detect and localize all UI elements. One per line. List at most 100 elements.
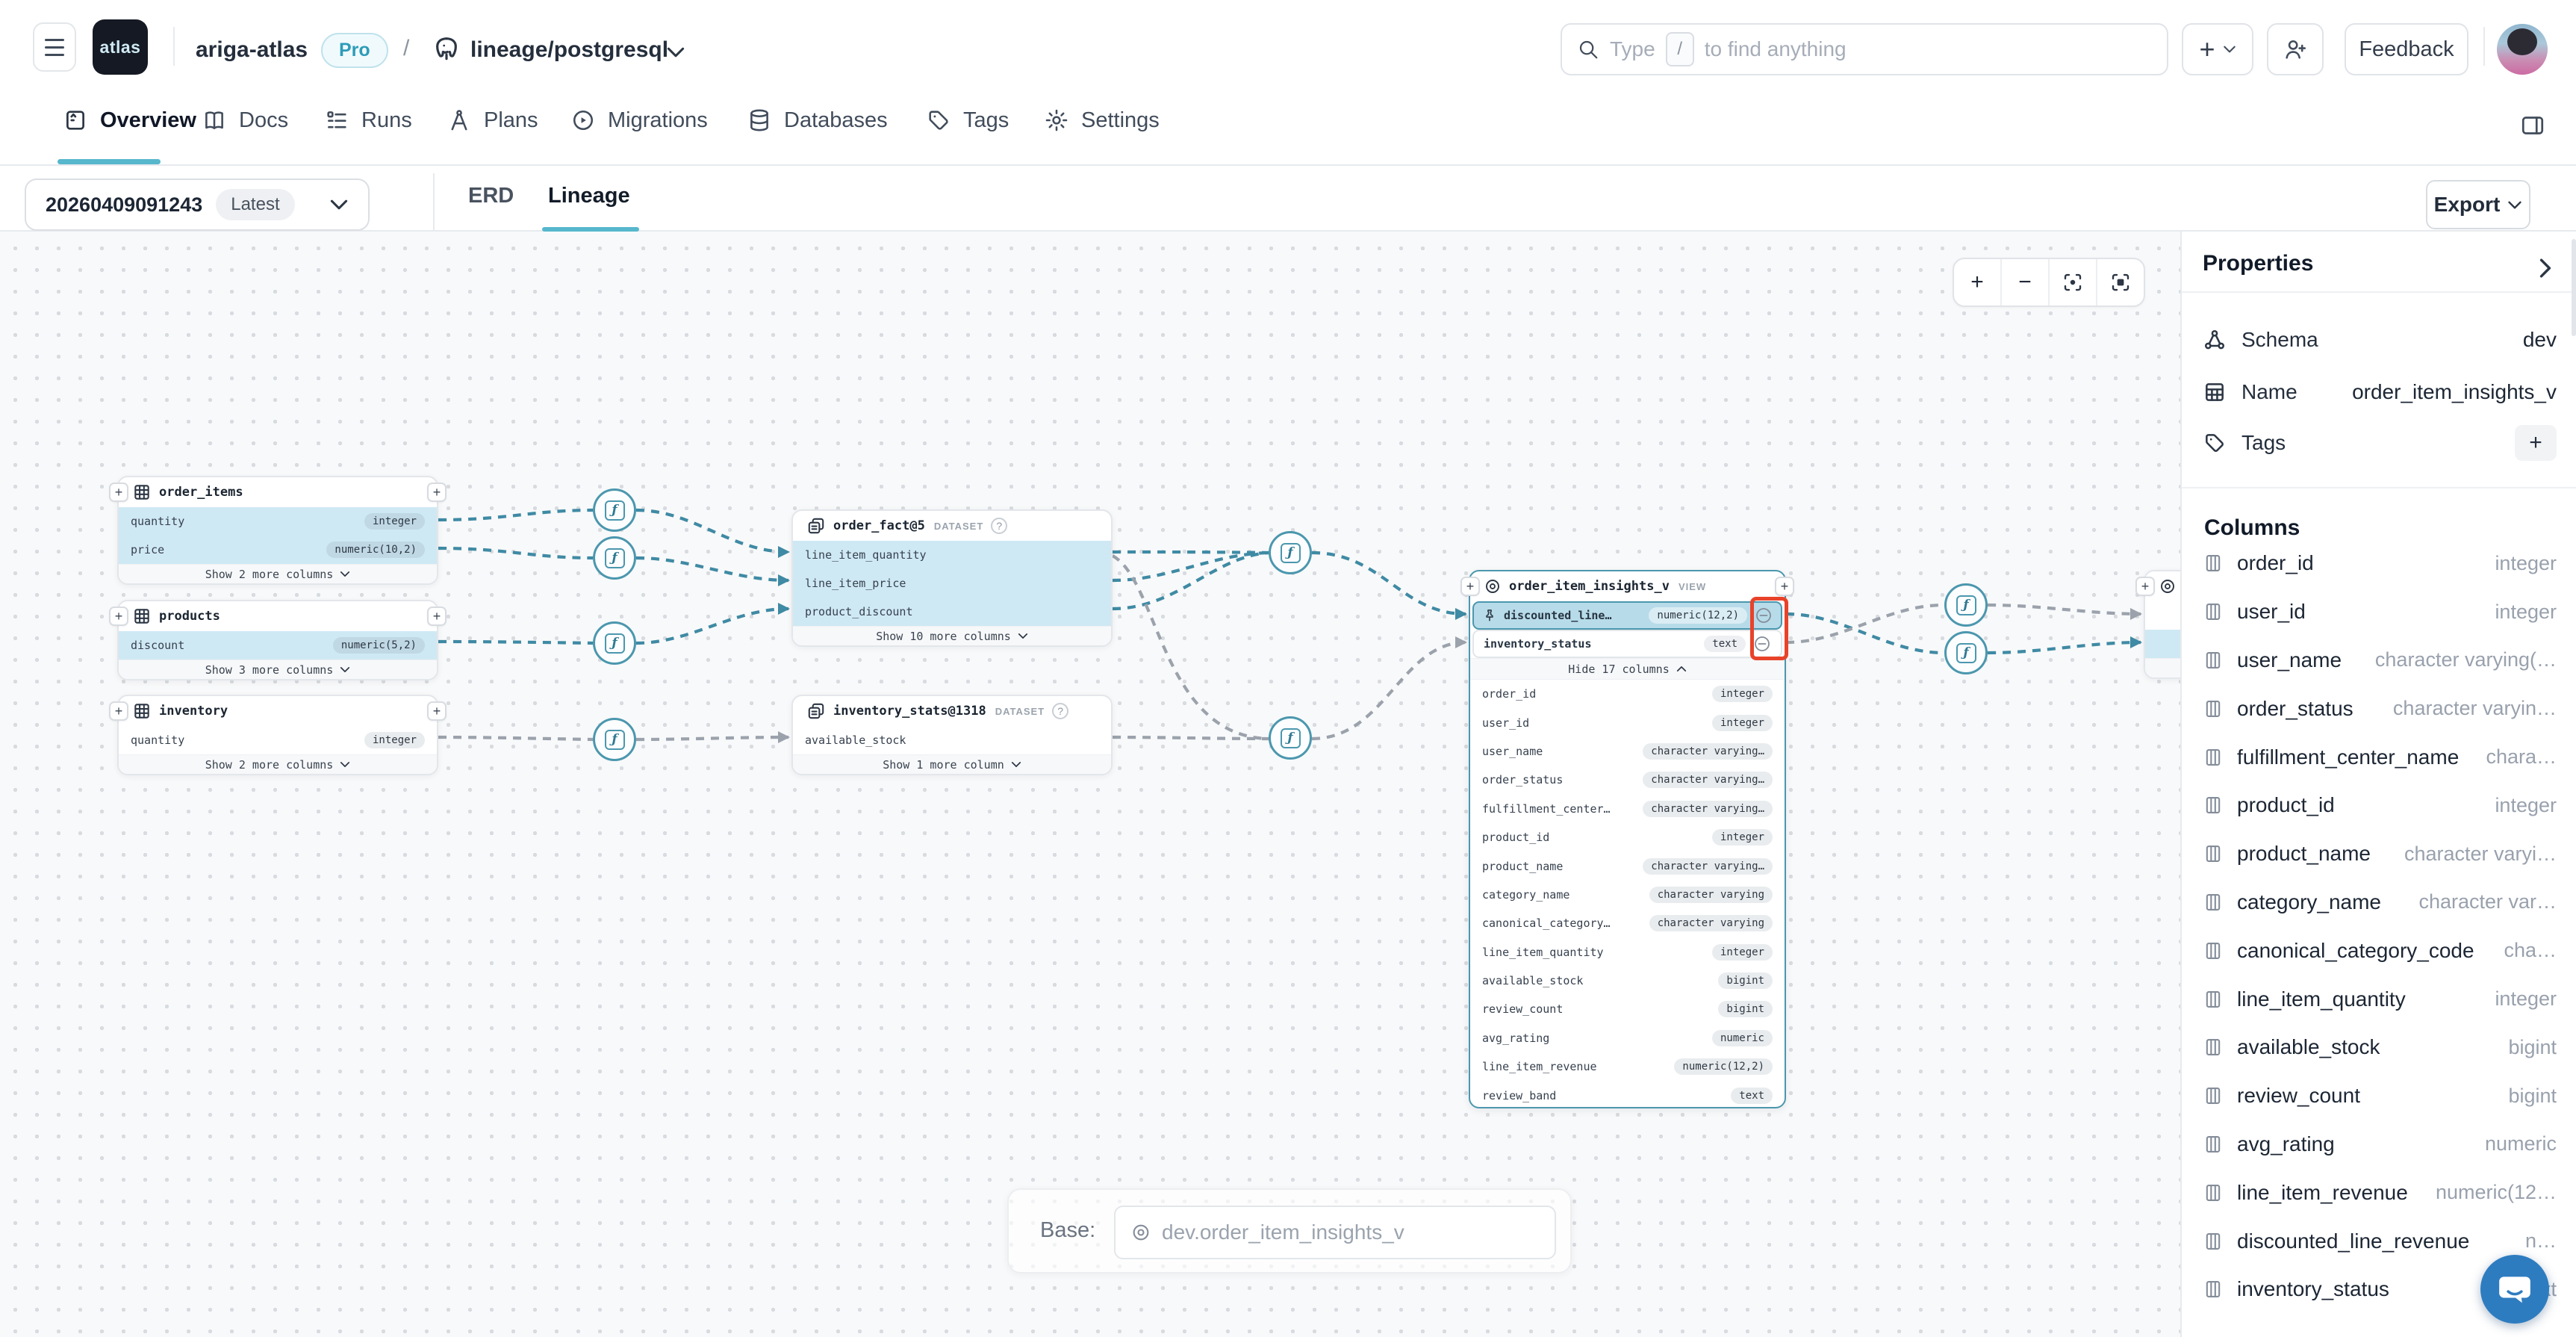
column-row[interactable]: product_idinteger xyxy=(1470,823,1785,851)
column-row[interactable]: avg_ratingnumeric xyxy=(1470,1024,1785,1052)
hide-columns-toggle[interactable]: Hide 17 columns xyxy=(1470,658,1785,680)
column-row[interactable]: line_item_price xyxy=(793,569,1111,598)
column-row[interactable]: fulfillment_center…character varying… xyxy=(1470,795,1785,823)
dataset-node-inventory-stats[interactable]: inventory_stats@1318 DATASET ? available… xyxy=(791,695,1113,775)
expand-downstream-button[interactable]: + xyxy=(427,701,447,721)
function-node[interactable]: ƒ xyxy=(593,718,636,761)
column-list-item[interactable]: canonical_category_code cha… xyxy=(2203,926,2557,975)
expand-upstream-button[interactable]: + xyxy=(109,483,128,502)
column-row[interactable]: category_namecharacter varying xyxy=(1470,881,1785,909)
tab-lineage[interactable]: Lineage xyxy=(548,184,630,208)
version-dropdown[interactable]: 20260409091243 Latest xyxy=(25,179,370,231)
column-list-item[interactable]: product_name character varyi… xyxy=(2203,830,2557,878)
expand-upstream-button[interactable]: + xyxy=(2135,577,2155,596)
org-name[interactable]: ariga-atlas xyxy=(196,37,308,63)
show-more-columns[interactable]: Show 10 more columns xyxy=(793,626,1111,645)
column-row[interactable]: discountnumeric(5,2) xyxy=(119,631,437,660)
user-avatar[interactable] xyxy=(2497,24,2548,75)
tab-overview[interactable]: Overview xyxy=(63,108,196,133)
show-more-columns[interactable] xyxy=(2145,658,2180,677)
feedback-button[interactable]: Feedback xyxy=(2345,23,2468,75)
column-list-item[interactable]: avg_rating numeric xyxy=(2203,1120,2557,1169)
column-list-item[interactable]: fulfillment_center_name chara… xyxy=(2203,733,2557,781)
column-list-item[interactable]: user_id integer xyxy=(2203,588,2557,636)
view-node-order-item-insights[interactable]: + order_item_insights_v VIEW + discounte… xyxy=(1469,570,1786,1108)
column-row[interactable]: quantityinteger xyxy=(119,507,437,536)
show-more-columns[interactable]: Show 2 more columns xyxy=(119,754,437,774)
function-node[interactable]: ƒ xyxy=(593,536,636,580)
expand-downstream-button[interactable]: + xyxy=(1775,577,1794,596)
table-node-products[interactable]: + products + discountnumeric(5,2) Show 3… xyxy=(117,600,438,680)
function-node[interactable]: ƒ xyxy=(1269,531,1312,574)
expand-downstream-button[interactable]: + xyxy=(427,607,447,626)
column-row[interactable]: order_idinteger xyxy=(1470,680,1785,708)
tab-plans[interactable]: Plans xyxy=(447,108,538,133)
chevron-down-icon[interactable] xyxy=(666,46,685,58)
search-input[interactable]: Type / to find anything xyxy=(1561,23,2168,75)
panel-toggle-button[interactable] xyxy=(2513,106,2552,145)
column-row[interactable]: user_idinteger xyxy=(1470,708,1785,736)
create-new-button[interactable]: + xyxy=(2182,23,2253,75)
expand-upstream-button[interactable]: + xyxy=(109,607,128,626)
show-more-columns[interactable]: Show 1 more column xyxy=(793,754,1111,774)
column-list-item[interactable]: review_count bigint xyxy=(2203,1072,2557,1120)
function-node[interactable]: ƒ xyxy=(1944,631,1988,674)
project-breadcrumb[interactable]: lineage/postgresql xyxy=(470,37,668,63)
column-row[interactable]: line_item_quantityinteger xyxy=(1470,938,1785,967)
function-node[interactable]: ƒ xyxy=(593,621,636,665)
function-node[interactable]: ƒ xyxy=(593,488,636,532)
help-icon[interactable]: ? xyxy=(1052,703,1068,719)
zoom-out-button[interactable]: − xyxy=(2002,259,2050,305)
show-more-columns[interactable]: Show 3 more columns xyxy=(119,660,437,679)
invite-user-button[interactable] xyxy=(2267,23,2324,75)
column-row[interactable]: canonical_category…character varying xyxy=(1470,909,1785,937)
column-list-item[interactable]: order_id integer xyxy=(2203,539,2557,588)
pinned-column-row[interactable]: discounted_line… numeric(12,2) xyxy=(1472,601,1782,630)
add-tag-button[interactable]: + xyxy=(2515,425,2557,461)
view-node-downstream-partial[interactable]: + xyxy=(2144,570,2180,679)
column-list-item[interactable]: user_name character varying(… xyxy=(2203,636,2557,685)
collapse-panel-button[interactable] xyxy=(2539,257,2552,279)
tab-docs[interactable]: Docs xyxy=(202,108,288,133)
column-list-item[interactable]: available_stock bigint xyxy=(2203,1023,2557,1072)
table-node-order-items[interactable]: + order_items + quantityinteger pricenum… xyxy=(117,476,438,585)
help-icon[interactable]: ? xyxy=(991,518,1007,534)
table-node-inventory[interactable]: + inventory + quantityinteger Show 2 mor… xyxy=(117,695,438,775)
column-row[interactable]: quantityinteger xyxy=(119,726,437,754)
column-row[interactable]: review_countbigint xyxy=(1470,995,1785,1023)
column-row[interactable]: user_namecharacter varying… xyxy=(1470,737,1785,766)
column-list-item[interactable]: product_id integer xyxy=(2203,781,2557,830)
dataset-node-order-fact[interactable]: order_fact@5 DATASET ? line_item_quantit… xyxy=(791,509,1113,647)
tab-tags[interactable]: Tags xyxy=(926,108,1009,133)
column-row[interactable] xyxy=(2145,630,2180,658)
column-row[interactable]: product_namecharacter varying… xyxy=(1470,851,1785,880)
show-more-columns[interactable]: Show 2 more columns xyxy=(119,564,437,583)
tab-settings[interactable]: Settings xyxy=(1044,108,1160,133)
column-list-item[interactable]: line_item_quantity integer xyxy=(2203,975,2557,1023)
pinned-column-row[interactable]: inventory_status text xyxy=(1472,630,1782,658)
base-object-input[interactable]: dev.order_item_insights_v xyxy=(1114,1206,1556,1259)
function-node[interactable]: ƒ xyxy=(1944,583,1988,627)
fit-view-button[interactable] xyxy=(2097,259,2144,305)
tab-erd[interactable]: ERD xyxy=(468,184,514,208)
column-list-item[interactable]: order_status character varyin… xyxy=(2203,684,2557,733)
column-row[interactable]: order_statuscharacter varying… xyxy=(1470,766,1785,794)
column-row[interactable]: product_discount xyxy=(793,598,1111,626)
function-node[interactable]: ƒ xyxy=(1269,716,1312,760)
hamburger-menu-button[interactable] xyxy=(33,22,76,72)
column-list-item[interactable]: line_item_revenue numeric(12… xyxy=(2203,1168,2557,1217)
column-row[interactable]: available_stockbigint xyxy=(1470,967,1785,995)
tab-databases[interactable]: Databases xyxy=(747,108,888,133)
expand-upstream-button[interactable]: + xyxy=(1460,577,1480,596)
atlas-logo[interactable]: atlas xyxy=(93,19,148,75)
tab-migrations[interactable]: Migrations xyxy=(570,108,708,133)
column-row[interactable]: pricenumeric(10,2) xyxy=(119,536,437,564)
chat-launcher-button[interactable] xyxy=(2480,1255,2549,1324)
expand-downstream-button[interactable]: + xyxy=(427,483,447,502)
center-selection-button[interactable] xyxy=(2050,259,2097,305)
tab-runs[interactable]: Runs xyxy=(324,108,412,133)
column-row[interactable]: line_item_revenuenumeric(12,2) xyxy=(1470,1052,1785,1081)
lineage-canvas[interactable]: + order_items + quantityinteger pricenum… xyxy=(0,232,2180,1337)
column-row[interactable] xyxy=(2145,601,2180,630)
column-row[interactable]: available_stock xyxy=(793,726,1111,754)
